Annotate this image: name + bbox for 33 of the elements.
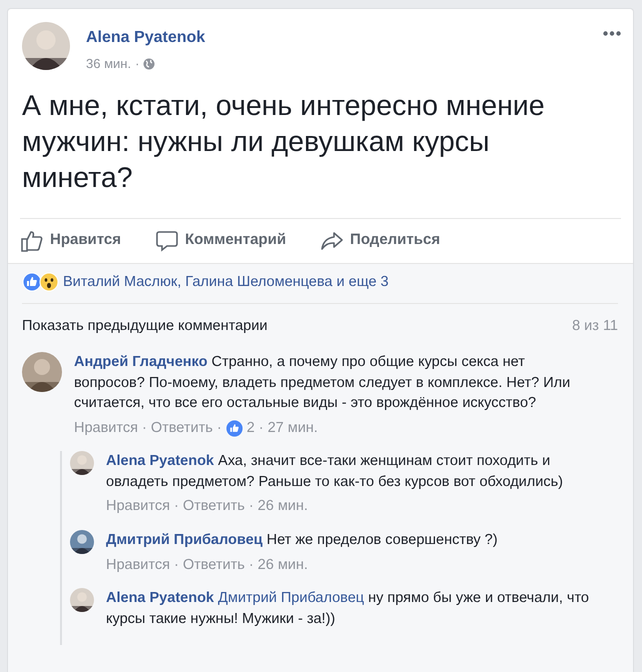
comment-author-link[interactable]: Дмитрий Прибаловец [106, 532, 263, 548]
post-time[interactable]: 36 мин. [86, 54, 132, 74]
share-button[interactable]: Поделиться [320, 228, 440, 252]
separator-dot: · [135, 55, 140, 73]
author-name[interactable]: Alena Pyatenok [86, 26, 595, 50]
separator-dot: · [174, 556, 179, 574]
mention-link[interactable]: Дмитрий Прибаловец [218, 590, 364, 606]
like-reaction-icon [226, 420, 243, 437]
comment-author-link[interactable]: Андрей Гладченко [74, 354, 208, 370]
separator-dot: · [248, 497, 254, 516]
separator-dot: · [216, 418, 222, 438]
thumbs-up-icon [20, 228, 44, 252]
comment-author-link[interactable]: Alena Pyatenok [106, 453, 214, 470]
comment-text: Alena Pyatenok Аха, значит все-таки женщинам стоит походить и овладеть предметом? Раньше то как-то без курсов вот обходились) [106, 452, 564, 492]
comment-author-link[interactable]: Alena Pyatenok [106, 590, 214, 606]
separator-dot: · [258, 418, 264, 438]
comment-button[interactable]: Комментарий [155, 228, 286, 252]
like-button[interactable]: Нравится [20, 228, 122, 252]
separator-dot: · [142, 418, 147, 438]
separator-dot: · [174, 497, 179, 516]
like-reaction-icon [22, 272, 42, 292]
comment-text: Андрей Гладченко Странно, а почему про общие курсы секса нет вопросов? По-моему, владеть предметом следует в комплексе. Нет? Или считается, что все его остальные виды - это врождённое искусство? [74, 353, 572, 413]
speech-bubble-icon [155, 228, 180, 252]
show-previous-comments-link[interactable]: Показать предыдущие комментарии [22, 316, 268, 338]
more-icon[interactable] [603, 31, 621, 36]
reactors-link[interactable]: Виталий Маслюк, Галина Шеломенцева и еще 3 [63, 272, 389, 294]
wow-reaction-icon [39, 272, 59, 292]
comment-text: Alena Pyatenok Дмитрий Прибаловец ну прямо бы уже и отвечали, что курсы такие нужны! Мужики - за!)) [106, 589, 590, 629]
globe-icon[interactable] [143, 58, 156, 70]
separator-dot: · [248, 556, 254, 574]
comment-count: 8 из 11 [572, 317, 618, 336]
comment-text: Дмитрий Прибаловец Нет же пределов совершенству ?) [106, 531, 499, 550]
post-text: А мне, кстати, очень интересно мнение мужчин: нужны ли девушкам курсы минета? [21, 88, 546, 196]
